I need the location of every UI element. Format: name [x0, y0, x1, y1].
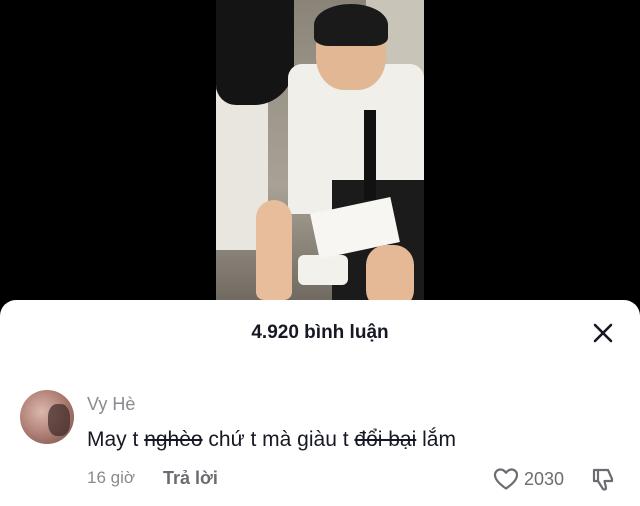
comment-text-part: chứ t mà giàu t	[202, 428, 355, 451]
comment-text: May t nghèo chứ t mà giàu t đổi bại lắm	[87, 428, 456, 452]
heart-outline-icon	[493, 468, 519, 490]
reply-button[interactable]: Trả lời	[163, 468, 218, 489]
comment-text-part: May t	[87, 428, 145, 451]
comment-count-title: 4.920 bình luận	[251, 322, 389, 343]
comment-text-struck: đổi bại	[354, 428, 417, 451]
comment-text-struck: nghèo	[144, 428, 203, 451]
thumbs-down-icon[interactable]	[590, 466, 616, 492]
like-count: 2030	[524, 468, 565, 489]
comment-item: Vy Hè May t nghèo chứ t mà giàu t đổi bạ…	[0, 386, 640, 506]
like-button[interactable]: 2030	[493, 466, 564, 492]
video-player[interactable]	[0, 0, 640, 310]
comment-time: 16 giờ	[87, 468, 136, 487]
video-thumbnail	[216, 0, 424, 310]
comments-sheet: 4.920 bình luận Vy Hè May t nghèo chứ t …	[0, 300, 640, 506]
avatar[interactable]	[20, 390, 74, 444]
comment-author[interactable]: Vy Hè	[87, 394, 135, 415]
comments-header: 4.920 bình luận	[0, 300, 640, 364]
comment-text-part: lắm	[416, 428, 456, 451]
close-icon[interactable]	[588, 318, 618, 348]
